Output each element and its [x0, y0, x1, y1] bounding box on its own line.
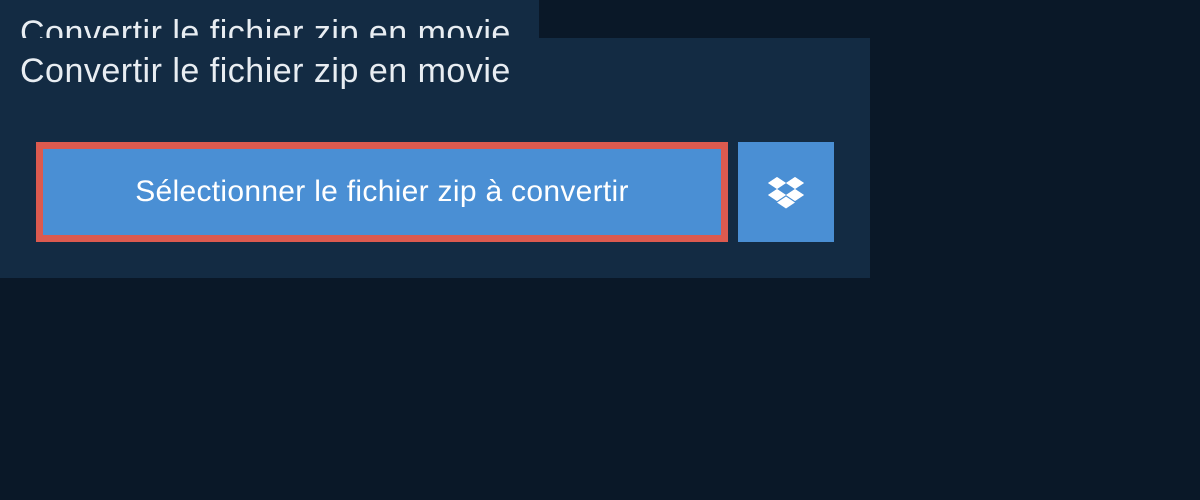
- button-area: Sélectionner le fichier zip à convertir: [0, 110, 870, 278]
- dropbox-icon: [768, 174, 804, 210]
- select-file-button[interactable]: Sélectionner le fichier zip à convertir: [36, 142, 728, 242]
- tab-title: Convertir le fichier zip en movie: [0, 38, 539, 105]
- dropbox-button[interactable]: [738, 142, 834, 242]
